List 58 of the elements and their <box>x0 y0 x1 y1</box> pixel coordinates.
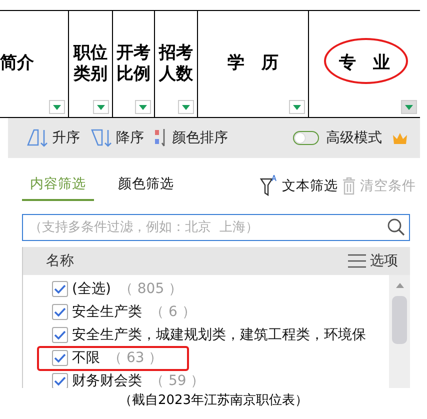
sort-descending-button[interactable]: 降序 <box>90 128 150 148</box>
filter-dropdown[interactable] <box>178 100 194 114</box>
checkbox[interactable] <box>52 326 68 342</box>
column-title: 专 业 <box>339 53 390 75</box>
filter-dropdown[interactable] <box>49 100 65 114</box>
item-count: （ 805 ） <box>118 280 183 298</box>
column-title: 简介 <box>0 53 34 75</box>
column-title: 学 历 <box>228 53 278 75</box>
advanced-mode-label: 高级模式 <box>326 129 382 147</box>
color-sort-button[interactable]: 颜色排序 <box>154 128 234 148</box>
checkbox[interactable] <box>52 350 68 366</box>
checkbox[interactable] <box>52 280 68 296</box>
crown-icon <box>392 132 408 144</box>
column-title: 开考比例 <box>115 42 152 86</box>
item-label: 安全生产类 <box>72 302 142 320</box>
text-filter-button[interactable]: 文本筛选 <box>282 177 338 195</box>
filter-dropdown[interactable] <box>401 100 417 114</box>
filter-dropdown[interactable] <box>289 100 305 114</box>
search-field[interactable]: （支持多条件过滤，例如：北京 上海） <box>22 214 410 241</box>
menu-icon <box>348 254 366 268</box>
caret-down-icon <box>97 104 105 110</box>
item-count: （ 6 ） <box>150 302 196 320</box>
scrollbar[interactable] <box>389 275 410 388</box>
scroll-up-icon[interactable] <box>396 283 404 288</box>
item-count: （ 63 ） <box>108 348 163 366</box>
list-item[interactable]: 财务财会类 （ 59 ） <box>23 369 389 388</box>
text-filter-icon <box>260 175 278 197</box>
checkbox[interactable] <box>52 304 68 320</box>
options-button[interactable]: 选项 <box>370 252 398 270</box>
sort-descending-icon <box>90 128 114 148</box>
item-count: （ 59 ） <box>150 372 205 388</box>
trash-icon <box>342 177 356 195</box>
list-item[interactable]: (全选) （ 805 ） <box>23 277 389 300</box>
list-item[interactable]: 安全生产类 （ 6 ） <box>23 300 389 323</box>
column-title: 职位类别 <box>72 42 108 86</box>
scrollbar-thumb[interactable] <box>392 296 407 344</box>
caret-down-icon <box>53 104 61 110</box>
caption: （截自2023年江苏南京职位表） <box>118 392 310 409</box>
filter-dropdown[interactable] <box>135 100 151 114</box>
sort-ascending-icon <box>26 128 50 148</box>
item-label: 不限 <box>72 348 100 366</box>
sort-ascending-button[interactable]: 升序 <box>26 128 86 148</box>
caret-down-icon <box>182 104 190 110</box>
caret-down-icon <box>405 104 413 110</box>
checkbox[interactable] <box>52 372 68 388</box>
caret-down-icon <box>293 104 301 110</box>
search-icon <box>387 218 405 236</box>
advanced-mode-toggle[interactable] <box>293 131 319 145</box>
item-label: 财务财会类 <box>72 372 142 388</box>
item-label: (全选) <box>72 280 111 298</box>
filter-dropdown[interactable] <box>93 100 109 114</box>
list-item[interactable]: 安全生产类，城建规划类，建筑工程类，环境保 <box>23 323 389 346</box>
filter-tab[interactable]: 颜色筛选 <box>110 171 182 201</box>
list-item[interactable]: 不限 （ 63 ） <box>23 346 389 369</box>
item-label: 安全生产类，城建规划类，建筑工程类，环境保 <box>72 326 366 344</box>
name-column-title: 名称 <box>46 252 74 270</box>
column-title: 招考人数 <box>158 42 194 86</box>
caret-down-icon <box>139 104 147 110</box>
